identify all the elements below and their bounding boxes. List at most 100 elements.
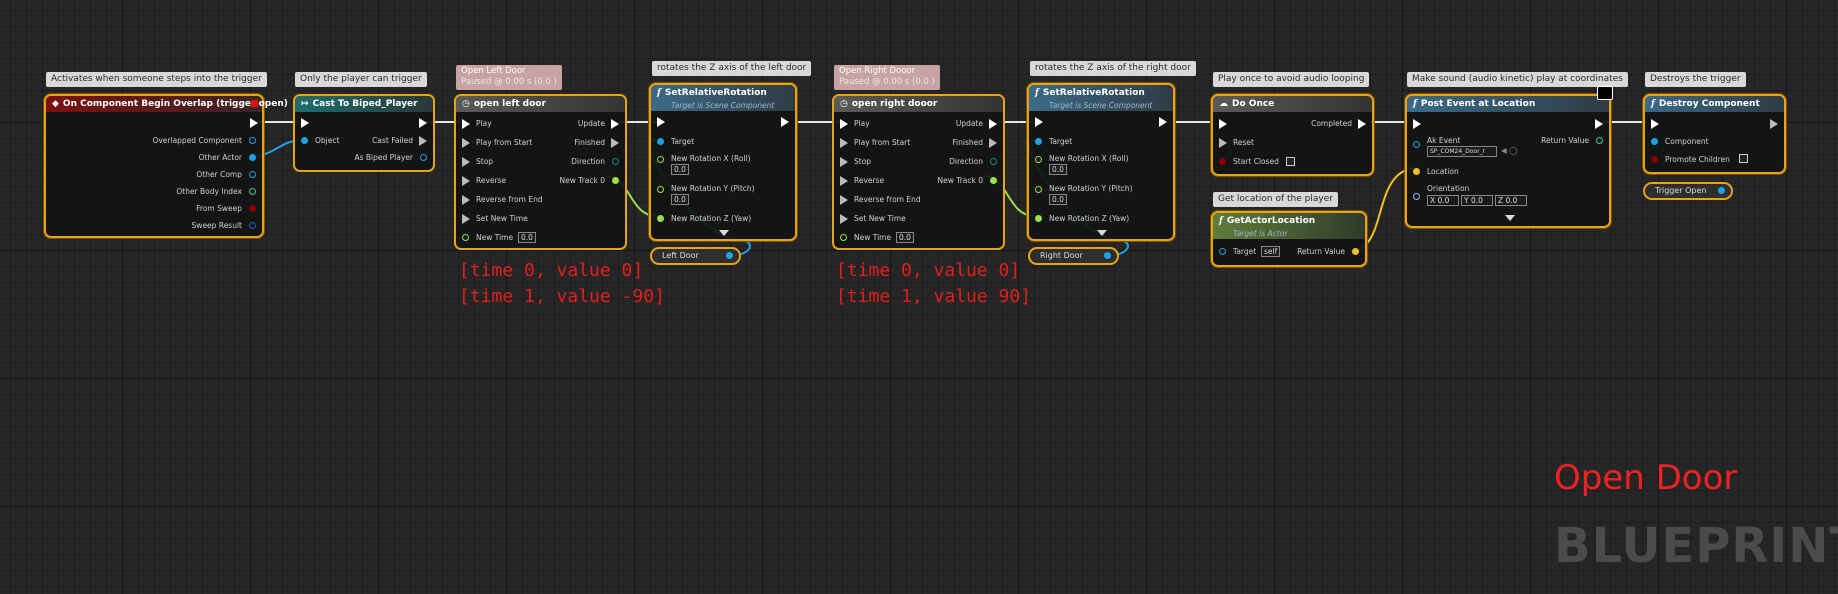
exec-out-pin[interactable] [419,136,427,146]
exec-out-pin[interactable] [1595,119,1603,129]
blueprint-graph-canvas[interactable]: Activates when someone steps into the tr… [0,0,1838,594]
float-pin[interactable] [1035,186,1042,193]
object-pin[interactable] [249,137,256,144]
enum-pin[interactable] [990,158,997,165]
exec-in-pin[interactable] [1035,117,1043,127]
rotator-pin[interactable] [1413,193,1420,200]
promote-children-checkbox[interactable] [1739,154,1748,163]
exec-in-pin[interactable] [840,138,848,148]
exec-in-pin[interactable] [462,214,470,224]
overlap-event-node[interactable]: ◆ On Component Begin Overlap (trigger ope… [44,94,288,238]
exec-in-pin[interactable] [1651,119,1659,129]
timeline-right-node[interactable]: ◷ open right dooor Play Play from Start S… [832,94,1005,250]
exec-out-pin[interactable] [611,138,619,148]
exec-out-pin[interactable] [611,119,619,129]
expand-arrow-icon[interactable] [719,230,729,236]
exec-in-pin[interactable] [840,157,848,167]
object-pin[interactable] [249,154,256,161]
object-pin[interactable] [1651,138,1658,145]
destroy-component-node[interactable]: f Destroy Component Component Promote Chi… [1643,94,1786,174]
float-pin[interactable] [657,186,664,193]
exec-in-pin[interactable] [1219,119,1227,129]
float-pin[interactable] [462,234,469,241]
exec-in-pin[interactable] [1219,138,1227,148]
set-rotation-left-node[interactable]: f SetRelativeRotation Target is Scene Comp… [649,83,797,241]
object-pin[interactable] [726,252,733,259]
bool-pin[interactable] [1651,156,1658,163]
exec-in-pin[interactable] [462,119,470,129]
exec-in-pin[interactable] [462,138,470,148]
exec-in-pin[interactable] [462,195,470,205]
node-header: ☁ Do Once [1213,96,1372,112]
cast-node[interactable]: ↦ Cast To Biped_Player Object Cast Failed… [293,94,435,172]
object-pin[interactable] [1219,248,1226,255]
orientation-y-field[interactable]: Y 0.0 [1461,195,1493,206]
right-door-variable-node[interactable]: Right Door [1028,247,1119,265]
float-pin[interactable] [990,177,997,184]
get-actor-location-node[interactable]: f GetActorLocation Target is Actor Target … [1211,211,1367,267]
target-self-field[interactable]: self [1261,246,1281,257]
float-pin[interactable] [840,234,847,241]
delegate-pin-icon[interactable] [251,100,258,107]
do-once-node[interactable]: ☁ Do Once Completed Reset Start Closed [1211,94,1374,176]
expand-arrow-icon[interactable] [1097,230,1107,236]
trigger-open-variable-node[interactable]: Trigger Open [1643,182,1733,200]
exec-out-pin[interactable] [989,119,997,129]
exec-in-pin[interactable] [840,176,848,186]
orientation-z-field[interactable]: Z 0.0 [1495,195,1527,206]
bool-pin[interactable] [249,205,256,212]
object-pin[interactable] [1718,187,1725,194]
exec-out-pin[interactable] [1358,119,1366,129]
float-pin[interactable] [657,156,664,163]
float-pin[interactable] [1035,215,1042,222]
exec-out-pin[interactable] [419,118,427,128]
bool-pin[interactable] [1219,158,1226,165]
enum-pin[interactable] [612,158,619,165]
vector-pin[interactable] [1352,248,1359,255]
rotation-y-field[interactable]: 0.0 [671,194,689,205]
object-pin[interactable] [420,154,427,161]
float-pin[interactable] [1035,156,1042,163]
exec-in-pin[interactable] [462,157,470,167]
expand-arrow-icon[interactable] [1505,215,1515,221]
exec-out-pin[interactable] [1159,117,1167,127]
exec-in-pin[interactable] [301,118,309,128]
object-pin[interactable] [1035,138,1042,145]
exec-in-pin[interactable] [657,117,665,127]
object-pin[interactable] [1104,252,1111,259]
rotation-x-field[interactable]: 0.0 [671,164,689,175]
int-pin[interactable] [249,188,256,195]
int-pin[interactable] [1596,137,1603,144]
start-closed-checkbox[interactable] [1286,157,1295,166]
exec-in-pin[interactable] [462,176,470,186]
exec-out-pin[interactable] [1770,119,1778,129]
vector-pin[interactable] [1413,168,1420,175]
exec-in-pin[interactable] [840,195,848,205]
timeline-left-node[interactable]: ◷ open left door Play Play from Start Sto… [454,94,627,250]
new-time-field[interactable]: 0.0 [896,232,914,243]
asset-browse-icon[interactable]: ◀ ◯ [1501,146,1518,156]
orientation-x-field[interactable]: X 0.0 [1427,195,1459,206]
set-rotation-right-node[interactable]: f SetRelativeRotation Target is Scene Comp… [1027,83,1175,241]
exec-in-pin[interactable] [1413,119,1421,129]
rotation-y-field[interactable]: 0.0 [1049,194,1067,205]
exec-in-pin[interactable] [840,119,848,129]
object-pin[interactable] [657,138,664,145]
float-pin[interactable] [612,177,619,184]
exec-out-pin[interactable] [989,138,997,148]
exec-out-pin[interactable] [781,117,789,127]
object-pin[interactable] [1413,141,1420,148]
post-event-node[interactable]: f Post Event at Location Ak Event SP_COM2… [1405,86,1613,228]
object-pin[interactable] [301,137,308,144]
pin-label: Promote Children [1665,155,1730,164]
exec-in-pin[interactable] [840,214,848,224]
pin-label: New Track 0 [937,176,983,185]
object-pin[interactable] [249,171,256,178]
rotation-x-field[interactable]: 0.0 [1049,164,1067,175]
struct-pin[interactable] [249,222,256,229]
float-pin[interactable] [657,215,664,222]
new-time-field[interactable]: 0.0 [518,232,536,243]
exec-out-pin[interactable] [250,118,258,128]
timeline-status-bubble: Open Right Dooor Paused @ 0.00 s (0.0 ) [834,65,940,90]
ak-event-asset-field[interactable]: SP_COM24_Door_r [1427,146,1497,157]
